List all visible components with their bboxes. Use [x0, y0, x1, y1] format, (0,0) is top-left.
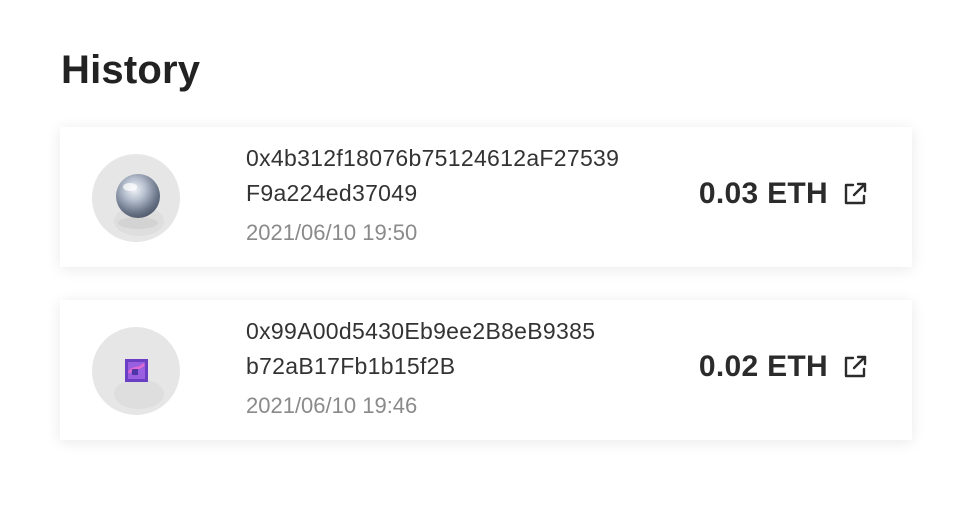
transaction-hash-line: b72aB17Fb1b15f2B [246, 353, 456, 379]
transaction-hash-line: F9a224ed37049 [246, 180, 418, 206]
transaction-hash: 0x99A00d5430Eb9ee2B8eB9385 b72aB17Fb1b15… [246, 314, 666, 384]
page-title: History [61, 48, 201, 92]
transaction-hash-line: 0x4b312f18076b75124612aF27539 [246, 145, 620, 171]
transaction-details: 0x99A00d5430Eb9ee2B8eB9385 b72aB17Fb1b15… [246, 314, 666, 420]
external-link-icon[interactable] [840, 352, 870, 382]
transaction-amount: 0.03 ETH [698, 177, 828, 210]
external-link-icon[interactable] [840, 179, 870, 209]
transaction-timestamp: 2021/06/10 19:46 [246, 393, 418, 418]
silver-sphere-image [116, 174, 160, 229]
transaction-details: 0x4b312f18076b75124612aF27539 F9a224ed37… [246, 141, 666, 247]
history-item[interactable]: 0x4b312f18076b75124612aF27539 F9a224ed37… [60, 127, 912, 267]
transaction-hash: 0x4b312f18076b75124612aF27539 F9a224ed37… [246, 141, 666, 211]
transaction-amount: 0.02 ETH [698, 350, 828, 383]
purple-square-image [125, 359, 148, 382]
transaction-hash-line: 0x99A00d5430Eb9ee2B8eB9385 [246, 318, 596, 344]
transaction-timestamp: 2021/06/10 19:50 [246, 220, 418, 245]
nft-thumbnail[interactable] [92, 154, 180, 242]
history-list: 0x4b312f18076b75124612aF27539 F9a224ed37… [60, 127, 912, 473]
nft-thumbnail[interactable] [92, 327, 180, 415]
transaction-amount-group: 0.02 ETH [699, 350, 870, 384]
history-item[interactable]: 0x99A00d5430Eb9ee2B8eB9385 b72aB17Fb1b15… [60, 300, 912, 440]
transaction-amount-group: 0.03 ETH [699, 177, 870, 211]
